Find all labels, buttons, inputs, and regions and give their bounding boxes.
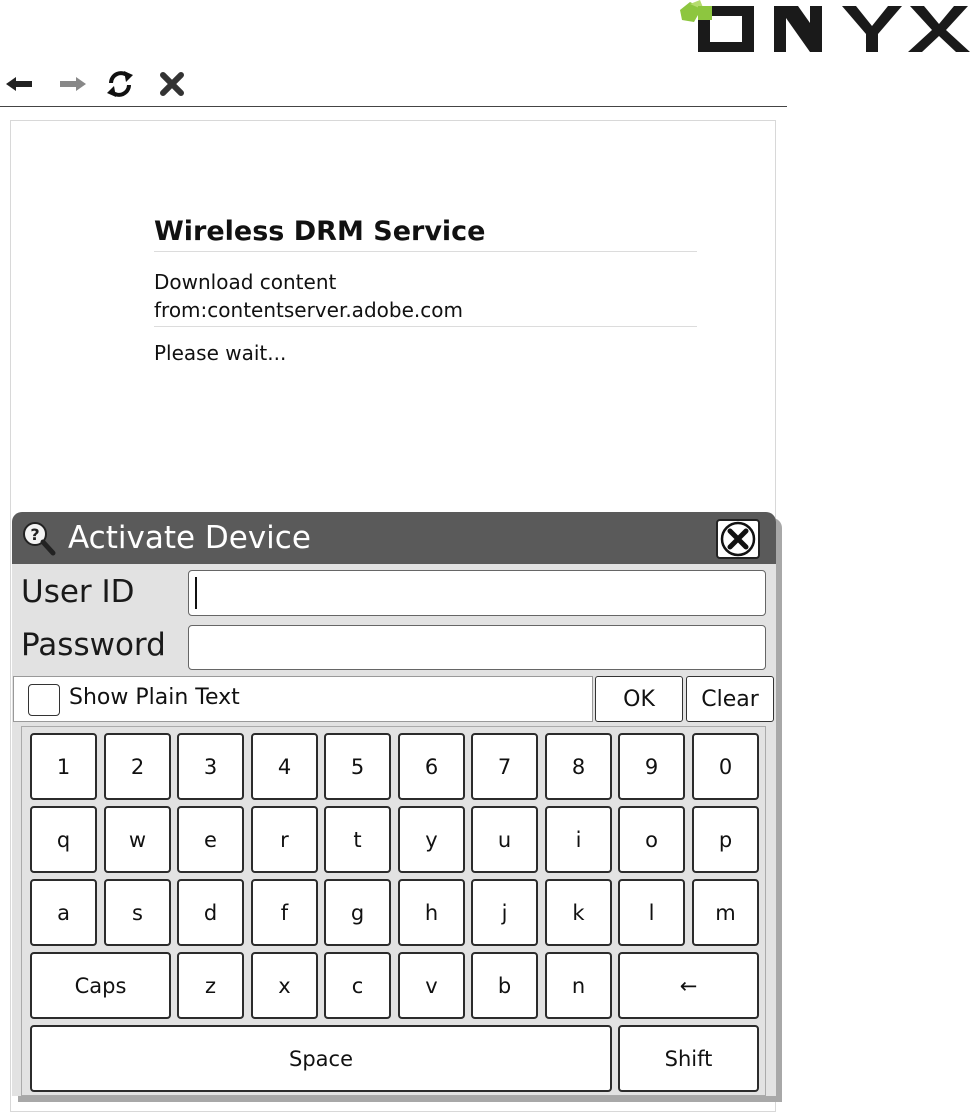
key-u[interactable]: u <box>471 806 538 873</box>
download-info: Download content from:contentserver.adob… <box>154 268 697 327</box>
ok-button[interactable]: OK <box>595 676 683 722</box>
key-l[interactable]: l <box>618 879 685 946</box>
clear-button[interactable]: Clear <box>686 676 774 722</box>
key-h[interactable]: h <box>398 879 465 946</box>
key-3[interactable]: 3 <box>177 733 244 800</box>
key-j[interactable]: j <box>471 879 538 946</box>
svg-text:?: ? <box>30 525 39 544</box>
key-1[interactable]: 1 <box>30 733 97 800</box>
space-key[interactable]: Space <box>30 1025 612 1092</box>
key-n[interactable]: n <box>545 952 612 1019</box>
forward-arrow-icon <box>60 77 86 91</box>
key-t[interactable]: t <box>324 806 391 873</box>
show-plain-text-label: Show Plain Text <box>69 685 240 710</box>
status-text: Please wait... <box>154 341 287 365</box>
key-r[interactable]: r <box>251 806 318 873</box>
key-9[interactable]: 9 <box>618 733 685 800</box>
key-m[interactable]: m <box>692 879 759 946</box>
user-id-label: User ID <box>21 574 135 610</box>
shift-key[interactable]: Shift <box>618 1025 759 1092</box>
key-2[interactable]: 2 <box>104 733 171 800</box>
key-b[interactable]: b <box>471 952 538 1019</box>
close-button[interactable] <box>716 519 760 559</box>
forward-button[interactable] <box>54 66 90 102</box>
key-5[interactable]: 5 <box>324 733 391 800</box>
key-f[interactable]: f <box>251 879 318 946</box>
key-s[interactable]: s <box>104 879 171 946</box>
key-v[interactable]: v <box>398 952 465 1019</box>
key-o[interactable]: o <box>618 806 685 873</box>
back-arrow-icon <box>6 77 32 91</box>
key-4[interactable]: 4 <box>251 733 318 800</box>
activate-device-dialog: ? Activate Device User ID Password Show … <box>12 512 776 1096</box>
dialog-title: Activate Device <box>68 520 311 556</box>
back-button[interactable] <box>2 66 38 102</box>
dialog-header: ? Activate Device <box>12 512 776 564</box>
backspace-key[interactable]: ← <box>618 952 759 1019</box>
key-c[interactable]: c <box>324 952 391 1019</box>
search-help-icon: ? <box>23 522 56 556</box>
download-line: Download content <box>154 270 337 294</box>
key-d[interactable]: d <box>177 879 244 946</box>
show-plain-text-checkbox[interactable] <box>28 684 60 716</box>
drm-panel: Wireless DRM Service Download content fr… <box>154 216 697 367</box>
user-id-field[interactable] <box>188 570 766 616</box>
browser-toolbar <box>0 62 787 107</box>
key-8[interactable]: 8 <box>545 733 612 800</box>
key-z[interactable]: z <box>177 952 244 1019</box>
key-k[interactable]: k <box>545 879 612 946</box>
stop-icon <box>160 72 184 96</box>
password-label: Password <box>21 627 166 663</box>
key-a[interactable]: a <box>30 879 97 946</box>
text-caret <box>195 577 197 609</box>
close-icon <box>720 521 756 557</box>
drm-title: Wireless DRM Service <box>154 216 697 252</box>
download-source: from:contentserver.adobe.com <box>154 298 463 322</box>
key-0[interactable]: 0 <box>692 733 759 800</box>
key-g[interactable]: g <box>324 879 391 946</box>
key-6[interactable]: 6 <box>398 733 465 800</box>
key-7[interactable]: 7 <box>471 733 538 800</box>
key-e[interactable]: e <box>177 806 244 873</box>
refresh-button[interactable] <box>102 66 138 102</box>
virtual-keyboard: 1 2 3 4 5 6 7 8 9 0 q w e r t y u i o p a s d f g h j k l m Caps z x c v b n… <box>21 726 766 1096</box>
caps-key[interactable]: Caps <box>30 952 171 1019</box>
onyx-logo <box>676 0 975 60</box>
show-plain-text-row: Show Plain Text <box>13 676 593 722</box>
key-i[interactable]: i <box>545 806 612 873</box>
key-x[interactable]: x <box>251 952 318 1019</box>
key-p[interactable]: p <box>692 806 759 873</box>
stop-button[interactable] <box>154 66 190 102</box>
key-y[interactable]: y <box>398 806 465 873</box>
key-q[interactable]: q <box>30 806 97 873</box>
refresh-icon <box>107 71 133 97</box>
key-w[interactable]: w <box>104 806 171 873</box>
password-field[interactable] <box>188 625 766 670</box>
